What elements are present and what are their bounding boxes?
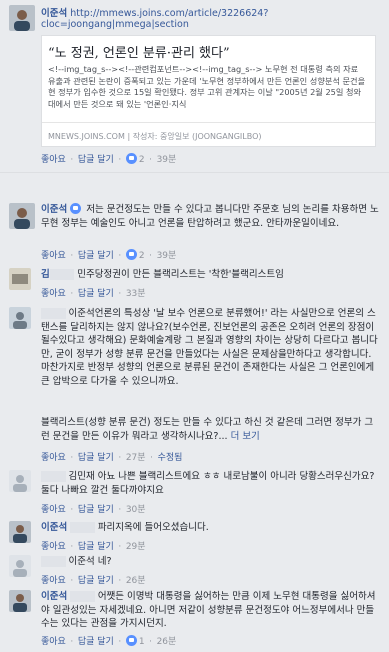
comment-text-continued: 블랙리스트(성향 분류 문건) 정도는 만들 수 있다고 하신 것 같은데 그러… (41, 417, 374, 442)
comment-author[interactable]: 이준석 (41, 522, 67, 533)
comment-text: 이준석언론의 특성상 '날 보수 언론으로 분류했어!' 라는 사실만으로 언론… (41, 308, 378, 387)
timestamp[interactable]: 39분 (157, 251, 177, 261)
link-preview[interactable]: “노 정권, 언론인 분류·관리 했다” <!--img_tag_s--><!-… (41, 35, 376, 147)
post-actions: 좋아요 · 답글 달기 · 2 · 39분 (41, 153, 177, 165)
comment-text: 파리지옥에 들어오셨습니다. (97, 522, 209, 533)
reply-button[interactable]: 답글 달기 (78, 637, 114, 647)
reply-button[interactable]: 답글 달기 (78, 289, 114, 299)
timestamp[interactable]: 33분 (126, 289, 146, 299)
like-reaction-icon (125, 249, 137, 260)
like-button[interactable]: 좋아요 (41, 251, 66, 261)
avatar[interactable] (9, 590, 31, 612)
reply-button[interactable]: 답글 달기 (78, 542, 114, 552)
avatar[interactable] (9, 470, 31, 492)
post-url-line1[interactable]: http://mmews.joins.com/article/3226624? (70, 8, 268, 19)
avatar[interactable] (9, 203, 35, 229)
timestamp[interactable]: 30분 (126, 505, 146, 515)
comment-author[interactable]: 이준석 (41, 591, 67, 602)
post-author[interactable]: 이준석 (41, 8, 67, 19)
reply-button[interactable]: 답글 달기 (78, 453, 114, 463)
comment-text: 민주당정권이 만든 블랙리스트는 '착한'블랙리스트임 (77, 269, 284, 280)
reply-button[interactable]: 답글 달기 (78, 505, 114, 515)
see-more-link[interactable]: 더 보기 (231, 431, 260, 442)
comment-author[interactable]: 김 (41, 269, 50, 280)
like-reaction-icon (125, 153, 137, 164)
like-button[interactable]: 좋아요 (41, 155, 66, 165)
timestamp[interactable]: 26분 (126, 576, 146, 586)
like-button[interactable]: 좋아요 (41, 453, 66, 463)
like-button[interactable]: 좋아요 (41, 505, 66, 515)
edited-label[interactable]: 수정됨 (158, 453, 183, 463)
preview-quote: “노 정권, 언론인 분류·관리 했다” (48, 46, 230, 61)
comment-text: 저는 문건정도는 만들 수 있다고 봅니다만 주문호 님의 논리를 차용하면 노… (41, 204, 379, 229)
avatar[interactable] (9, 268, 31, 290)
comment-text: 김민재 아뇨 나쁜 블랙리스트에요 ㅎㅎ 내로남불이 아니라 당황스러우신가요?… (41, 471, 375, 496)
like-button[interactable]: 좋아요 (41, 289, 66, 299)
comment-text: 이준석 네? (68, 556, 112, 567)
reply-button[interactable]: 답글 달기 (78, 155, 114, 165)
like-button[interactable]: 좋아요 (41, 576, 66, 586)
timestamp[interactable]: 27분 (126, 453, 146, 463)
timestamp[interactable]: 29분 (126, 542, 146, 552)
reply-button[interactable]: 답글 달기 (78, 576, 114, 586)
preview-author: 작성자: 중앙일보 (JOONGANGILBO) (132, 132, 262, 141)
like-button[interactable]: 좋아요 (41, 637, 66, 647)
avatar[interactable] (9, 307, 31, 329)
preview-domain: MNEWS.JOINS.COM (48, 132, 125, 141)
preview-excerpt: <!--img_tag_s--><!--관련컴포넌트--><!--img_tag… (48, 64, 366, 109)
like-button[interactable]: 좋아요 (41, 542, 66, 552)
timestamp[interactable]: 26분 (157, 637, 177, 647)
reply-button[interactable]: 답글 달기 (78, 251, 114, 261)
verified-icon (70, 203, 82, 214)
comment-author[interactable]: 이준석 (41, 204, 67, 215)
timestamp[interactable]: 39분 (157, 155, 177, 165)
avatar[interactable] (9, 5, 35, 31)
like-reaction-icon (125, 635, 137, 646)
avatar[interactable] (9, 555, 31, 577)
post-url-line2[interactable]: cloc=joongang|mmega|section (41, 19, 189, 30)
avatar[interactable] (9, 521, 31, 543)
